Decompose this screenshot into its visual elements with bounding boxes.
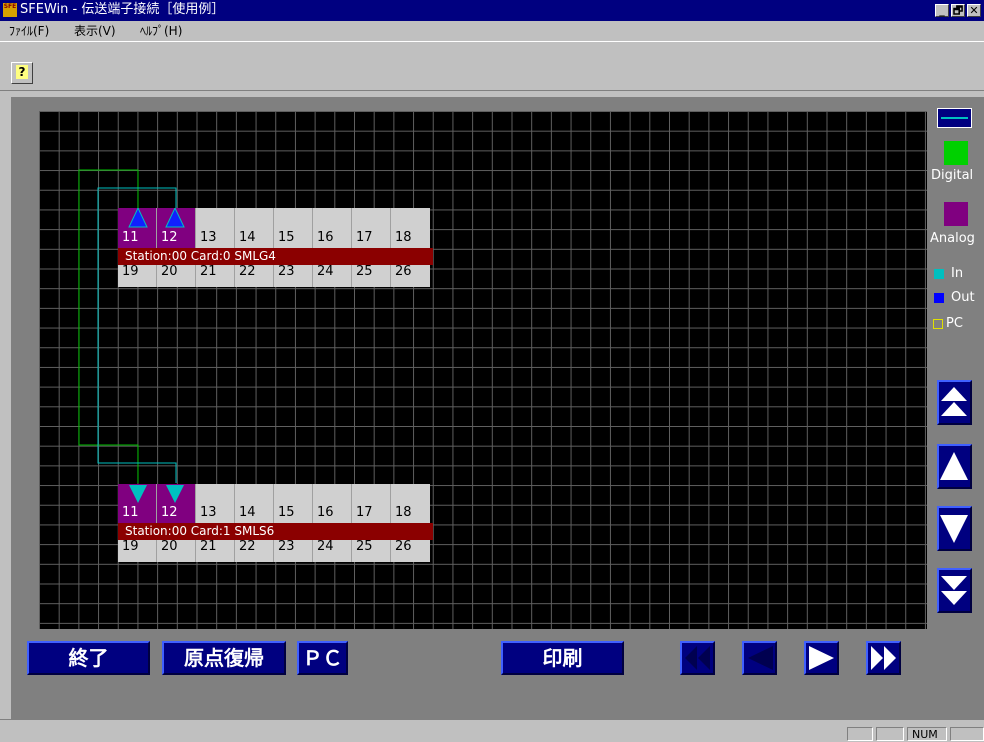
terminal-17[interactable]: 17	[352, 208, 391, 248]
analog-label: Analog	[930, 231, 975, 246]
terminal-25[interactable]: 25	[352, 540, 391, 562]
terminal-19[interactable]: 19	[118, 540, 157, 562]
fast-forward-icon	[871, 646, 896, 670]
station-label: Station:00 Card:1 SMLS6	[118, 523, 433, 540]
terminal-19[interactable]: 19	[118, 265, 157, 287]
down-arrow-icon	[940, 515, 968, 543]
digital-swatch	[944, 141, 968, 165]
return-origin-button[interactable]: 原点復帰	[162, 641, 286, 675]
terminal-23[interactable]: 23	[274, 540, 313, 562]
double-down-arrow-icon	[941, 576, 967, 605]
terminal-16[interactable]: 16	[313, 484, 352, 523]
terminal-18[interactable]: 18	[391, 484, 430, 523]
left-arrow-icon	[748, 646, 773, 670]
terminal-14[interactable]: 14	[235, 484, 274, 523]
page-first-button[interactable]	[680, 641, 715, 675]
terminal-label: 12	[161, 230, 178, 245]
terminal-22[interactable]: 22	[235, 265, 274, 287]
terminal-26[interactable]: 26	[391, 540, 430, 562]
terminal-18[interactable]: 18	[391, 208, 430, 248]
pc-label: PC	[946, 316, 963, 331]
print-button[interactable]: 印刷	[501, 641, 624, 675]
terminal-22[interactable]: 22	[235, 540, 274, 562]
terminal-11[interactable]: 11	[118, 208, 157, 248]
in-arrow-icon	[129, 485, 147, 503]
terminal-15[interactable]: 15	[274, 208, 313, 248]
terminal-14[interactable]: 14	[235, 208, 274, 248]
scroll-up-button[interactable]	[937, 444, 972, 489]
station-label: Station:00 Card:0 SMLG4	[118, 248, 433, 265]
line-legend-swatch	[937, 108, 972, 128]
out-swatch	[934, 293, 944, 303]
in-label: In	[951, 266, 964, 281]
page-next-button[interactable]	[804, 641, 839, 675]
terminal-13[interactable]: 13	[196, 484, 235, 523]
terminal-20[interactable]: 20	[157, 265, 196, 287]
exit-button[interactable]: 終了	[27, 641, 150, 675]
terminal-24[interactable]: 24	[313, 265, 352, 287]
terminal-13[interactable]: 13	[196, 208, 235, 248]
terminal-label: 11	[122, 505, 139, 520]
scroll-top-button[interactable]	[937, 380, 972, 425]
page-prev-button[interactable]	[742, 641, 777, 675]
terminal-15[interactable]: 15	[274, 484, 313, 523]
scroll-down-button[interactable]	[937, 506, 972, 551]
card-0[interactable]: 11 12 13 14 15 16 17 18 Station:00 Card:…	[118, 208, 433, 287]
in-arrow-icon	[166, 485, 184, 503]
terminal-21[interactable]: 21	[196, 540, 235, 562]
terminal-23[interactable]: 23	[274, 265, 313, 287]
terminal-label: 12	[161, 505, 178, 520]
terminal-12[interactable]: 12	[157, 208, 196, 248]
terminal-21[interactable]: 21	[196, 265, 235, 287]
right-arrow-icon	[809, 646, 834, 670]
terminal-20[interactable]: 20	[157, 540, 196, 562]
analog-swatch	[944, 202, 968, 226]
terminal-12[interactable]: 12	[157, 484, 196, 523]
terminal-26[interactable]: 26	[391, 265, 430, 287]
pc-button[interactable]: ＰＣ	[297, 641, 348, 675]
terminal-25[interactable]: 25	[352, 265, 391, 287]
terminal-17[interactable]: 17	[352, 484, 391, 523]
terminal-label: 11	[122, 230, 139, 245]
status-bar: NUM	[0, 719, 984, 741]
in-swatch	[934, 269, 944, 279]
out-arrow-icon	[165, 208, 185, 228]
scroll-bottom-button[interactable]	[937, 568, 972, 613]
out-label: Out	[951, 290, 975, 305]
pc-swatch	[933, 319, 943, 329]
terminal-24[interactable]: 24	[313, 540, 352, 562]
terminal-11[interactable]: 11	[118, 484, 157, 523]
rewind-icon	[685, 646, 710, 670]
connection-lines	[78, 169, 177, 483]
card-1[interactable]: 11 12 13 14 15 16 17 18 Station:00 Card:…	[118, 484, 433, 562]
up-arrow-icon	[940, 452, 968, 480]
terminal-16[interactable]: 16	[313, 208, 352, 248]
out-arrow-icon	[128, 208, 148, 228]
digital-label: Digital	[931, 168, 974, 183]
page-last-button[interactable]	[866, 641, 901, 675]
double-up-arrow-icon	[941, 387, 967, 416]
